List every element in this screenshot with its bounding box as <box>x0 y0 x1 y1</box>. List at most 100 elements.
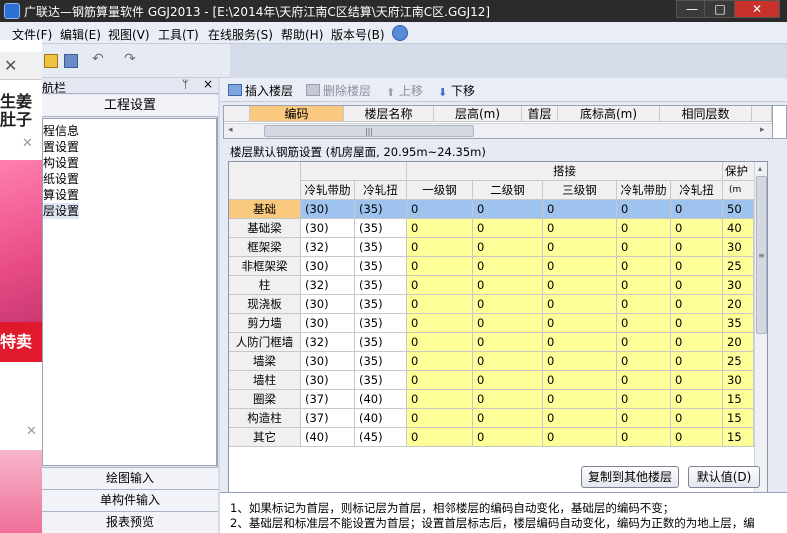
table-cell[interactable]: 0 <box>617 238 671 257</box>
row-header[interactable]: 现浇板 <box>229 295 301 314</box>
floor-header-name[interactable]: 楼层名称 <box>344 106 434 122</box>
table-cell[interactable]: 0 <box>617 219 671 238</box>
nav-item-floor-settings[interactable]: 层设置 <box>43 203 80 219</box>
menu-edit[interactable]: 编辑(E) <box>60 26 101 43</box>
table-cell[interactable]: 0 <box>543 200 617 219</box>
table-cell[interactable]: 0 <box>671 390 723 409</box>
table-cell[interactable]: 0 <box>543 276 617 295</box>
maximize-button[interactable]: □ <box>704 0 736 18</box>
table-cell[interactable]: 0 <box>543 390 617 409</box>
table-cell[interactable]: 0 <box>543 333 617 352</box>
scroll-right-icon[interactable]: ▸ <box>760 125 765 135</box>
floor-header-code[interactable]: 编码 <box>250 106 344 122</box>
row-header[interactable]: 基础梁 <box>229 219 301 238</box>
table-cell[interactable]: 40 <box>723 219 754 238</box>
table-cell[interactable]: 0 <box>617 333 671 352</box>
table-cell[interactable]: (30) <box>301 314 355 333</box>
table-cell[interactable]: 0 <box>671 371 723 390</box>
table-cell[interactable]: 0 <box>473 371 543 390</box>
menu-version[interactable]: 版本号(B) <box>331 26 385 43</box>
table-cell[interactable]: 0 <box>671 409 723 428</box>
table-cell[interactable]: 0 <box>543 371 617 390</box>
table-cell[interactable]: 0 <box>543 238 617 257</box>
table-cell[interactable]: 0 <box>617 257 671 276</box>
open-icon[interactable] <box>44 54 58 68</box>
undo-icon[interactable]: ↶ <box>92 52 106 67</box>
table-cell[interactable]: (35) <box>355 257 407 276</box>
table-cell[interactable]: 25 <box>723 352 754 371</box>
table-cell[interactable]: (35) <box>355 219 407 238</box>
table-cell[interactable]: 0 <box>473 390 543 409</box>
table-cell[interactable]: 15 <box>723 409 754 428</box>
table-cell[interactable]: 0 <box>407 219 473 238</box>
row-header[interactable]: 圈梁 <box>229 390 301 409</box>
table-cell[interactable]: 0 <box>407 333 473 352</box>
table-cell[interactable]: 35 <box>723 314 754 333</box>
table-cell[interactable]: 0 <box>407 428 473 447</box>
row-header[interactable]: 人防门框墙 <box>229 333 301 352</box>
table-cell[interactable]: 15 <box>723 390 754 409</box>
table-cell[interactable]: (32) <box>301 276 355 295</box>
table-cell[interactable]: 0 <box>407 390 473 409</box>
table-cell[interactable]: (35) <box>355 352 407 371</box>
menu-tools[interactable]: 工具(T) <box>158 26 199 43</box>
row-header[interactable]: 非框架梁 <box>229 257 301 276</box>
table-cell[interactable]: 0 <box>473 276 543 295</box>
nav-item-compare-settings[interactable]: 置设置 <box>43 139 79 155</box>
table-cell[interactable]: 0 <box>617 352 671 371</box>
table-cell[interactable]: 0 <box>617 276 671 295</box>
floor-header-same-count[interactable]: 相同层数 <box>660 106 752 122</box>
table-cell[interactable]: (30) <box>301 352 355 371</box>
table-cell[interactable]: (32) <box>301 333 355 352</box>
insert-floor-button[interactable]: 插入楼层 <box>228 82 293 99</box>
table-cell[interactable]: 0 <box>407 238 473 257</box>
table-cell[interactable]: 0 <box>671 276 723 295</box>
table-cell[interactable]: (35) <box>355 238 407 257</box>
table-cell[interactable]: 0 <box>543 428 617 447</box>
table-cell[interactable]: (32) <box>301 238 355 257</box>
table-cell[interactable]: 0 <box>543 257 617 276</box>
col-header-1[interactable]: 冷轧带肋 <box>301 181 355 200</box>
table-cell[interactable]: 0 <box>671 257 723 276</box>
table-cell[interactable]: (35) <box>355 314 407 333</box>
floor-header-height[interactable]: 层高(m) <box>434 106 522 122</box>
table-cell[interactable]: 30 <box>723 276 754 295</box>
row-header[interactable]: 构造柱 <box>229 409 301 428</box>
table-cell[interactable]: 0 <box>543 409 617 428</box>
table-cell[interactable]: 20 <box>723 295 754 314</box>
delete-floor-button[interactable]: 删除楼层 <box>306 82 371 99</box>
table-cell[interactable]: 0 <box>407 371 473 390</box>
table-cell[interactable]: 0 <box>671 428 723 447</box>
table-cell[interactable]: 0 <box>473 409 543 428</box>
ad-overlay[interactable]: ✕ 生姜 肚子 ✕ 特卖 ✕ <box>0 40 42 533</box>
table-cell[interactable]: (35) <box>355 200 407 219</box>
table-cell[interactable]: 30 <box>723 238 754 257</box>
table-cell[interactable]: (35) <box>355 333 407 352</box>
table-cell[interactable]: (40) <box>355 390 407 409</box>
table-cell[interactable]: (30) <box>301 371 355 390</box>
table-cell[interactable]: 0 <box>671 200 723 219</box>
table-cell[interactable]: (40) <box>355 409 407 428</box>
table-cell[interactable]: 0 <box>671 238 723 257</box>
table-cell[interactable]: (45) <box>355 428 407 447</box>
col-header-2[interactable]: 冷轧扭 <box>355 181 407 200</box>
col-header-3[interactable]: 一级钢 <box>407 181 473 200</box>
row-header[interactable]: 柱 <box>229 276 301 295</box>
col-header-7[interactable]: 冷轧扭 <box>671 181 723 200</box>
ad-sale-banner[interactable]: 特卖 <box>0 322 42 362</box>
table-cell[interactable]: 0 <box>617 314 671 333</box>
menu-online-service[interactable]: 在线服务(S) <box>208 26 273 43</box>
table-cell[interactable]: 50 <box>723 200 754 219</box>
table-cell[interactable]: 0 <box>407 200 473 219</box>
table-cell[interactable]: 0 <box>473 314 543 333</box>
table-cell[interactable]: (40) <box>301 428 355 447</box>
floor-scroll-thumb[interactable]: ||| <box>264 125 474 137</box>
nav-single-member-input[interactable]: 单构件输入 <box>42 489 218 511</box>
row-header[interactable]: 剪力墙 <box>229 314 301 333</box>
table-cell[interactable]: 0 <box>407 295 473 314</box>
table-cell[interactable]: 0 <box>407 276 473 295</box>
online-help-icon[interactable] <box>392 25 408 41</box>
table-cell[interactable]: 0 <box>543 352 617 371</box>
table-cell[interactable]: (30) <box>301 257 355 276</box>
row-header[interactable]: 墙梁 <box>229 352 301 371</box>
